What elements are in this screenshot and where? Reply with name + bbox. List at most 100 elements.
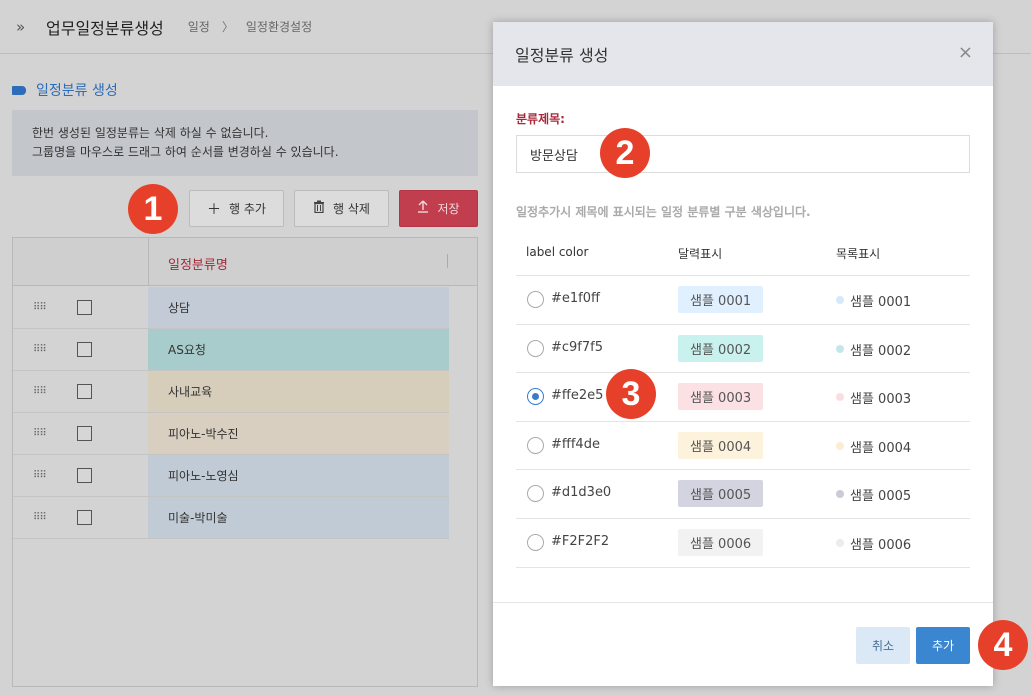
color-radio[interactable]: [527, 533, 544, 551]
category-grid: 일정분류명 ⠿⠿ 상담 ⠿⠿ AS요청 ⠿⠿ 사내교육 ⠿⠿ 피아노-박수진 ⠿⠿ 피아노-노영심…: [12, 237, 478, 687]
breadcrumb-separator-icon: 〉: [221, 20, 234, 34]
list-dot-icon: [836, 538, 844, 547]
category-name-cell[interactable]: 상담: [148, 287, 449, 328]
color-radio[interactable]: [527, 388, 544, 406]
color-option-row[interactable]: #c9f7f5 샘플 0002 샘플 0002: [516, 325, 970, 374]
color-table: label color 달력표시 목록표시 #e1f0ff 샘플 0001 샘플 0…: [516, 228, 970, 568]
upload-arrow-icon: [417, 200, 429, 217]
modal-footer-divider: [493, 602, 993, 603]
plus-icon: ＋: [207, 201, 222, 218]
add-row-button[interactable]: ＋ 행 추가: [189, 190, 284, 227]
list-dot-icon: [836, 393, 844, 402]
list-dot-icon: [836, 344, 844, 353]
list-sample-label: 샘플 0003: [850, 392, 912, 408]
delete-row-button[interactable]: 행 삭제: [294, 190, 389, 227]
color-option-row[interactable]: #d1d3e0 샘플 0005 샘플 0005: [516, 470, 970, 519]
category-title-input[interactable]: 방문상담: [516, 135, 970, 173]
color-radio[interactable]: [527, 485, 544, 503]
list-sample-label: 샘플 0001: [850, 295, 912, 310]
row-checkbox[interactable]: [77, 468, 92, 483]
list-dot-icon: [836, 490, 844, 499]
list-dot-icon: [836, 441, 844, 450]
color-option-row[interactable]: #e1f0ff 샘플 0001 샘플 0001: [516, 276, 970, 325]
category-name-cell[interactable]: 피아노-노영심: [148, 455, 449, 496]
color-option-row[interactable]: #fff4de 샘플 0004 샘플 0004: [516, 422, 970, 471]
color-hex: #c9f7f5: [551, 339, 604, 355]
color-table-header: label color 달력표시 목록표시: [516, 228, 970, 276]
section-title: 일정분류 생성: [12, 80, 118, 100]
delete-row-label: 행 삭제: [333, 202, 370, 216]
drag-handle-icon[interactable]: ⠿⠿: [33, 386, 47, 397]
col-calendar-display: 달력표시: [678, 247, 723, 261]
color-hex: #fff4de: [551, 436, 600, 452]
drag-handle-icon[interactable]: ⠿⠿: [33, 428, 47, 439]
notice-line-2: 그룹명을 마우스로 드래그 하여 순서를 변경하실 수 있습니다.: [32, 145, 339, 159]
drag-handle-icon[interactable]: ⠿⠿: [33, 470, 47, 481]
marker-2: 2: [600, 128, 650, 178]
color-hex: #d1d3e0: [551, 485, 612, 501]
color-radio[interactable]: [527, 436, 544, 454]
calendar-sample-badge: 샘플 0003: [678, 383, 764, 411]
page-title: 업무일정분류생성: [46, 18, 164, 38]
category-name-cell[interactable]: 미술-박미술: [148, 497, 449, 538]
drag-handle-icon[interactable]: ⠿⠿: [33, 302, 47, 313]
color-description: 일정추가시 제목에 표시되는 일정 분류별 구분 색상입니다.: [516, 205, 811, 219]
drag-handle-icon[interactable]: ⠿⠿: [33, 512, 47, 523]
category-name-cell[interactable]: 사내교육: [148, 371, 449, 412]
add-row-label: 행 추가: [229, 202, 266, 216]
col-label-color: label color: [526, 245, 589, 259]
double-chevron-right-icon[interactable]: »: [16, 18, 36, 36]
category-title-label: 분류제목:: [516, 112, 565, 126]
calendar-sample-badge: 샘플 0001: [678, 286, 764, 313]
color-hex: #e1f0ff: [551, 291, 600, 306]
create-category-modal: 일정분류 생성 × 분류제목: 방문상담 일정추가시 제목에 표시되는 일정 분…: [493, 22, 993, 686]
tag-icon: [12, 85, 26, 95]
list-dot-icon: [836, 296, 844, 304]
list-sample-label: 샘플 0004: [850, 440, 912, 456]
row-checkbox[interactable]: [77, 384, 92, 399]
table-row[interactable]: ⠿⠿ 사내교육: [13, 371, 449, 413]
cancel-button[interactable]: 취소: [856, 627, 910, 664]
color-hex: #ffe2e5: [551, 388, 604, 404]
notice-box: 한번 생성된 일정분류는 삭제 하실 수 없습니다. 그룹명을 마우스로 드래그…: [12, 110, 478, 176]
breadcrumb-item-schedule[interactable]: 일정: [188, 18, 210, 35]
grid-header: 일정분류명: [13, 238, 477, 286]
table-row[interactable]: ⠿⠿ 상담: [13, 287, 449, 329]
modal-header: 일정분류 생성 ×: [493, 22, 993, 86]
table-row[interactable]: ⠿⠿ AS요청: [13, 329, 449, 371]
column-resize-handle[interactable]: [447, 254, 448, 268]
marker-4: 4: [978, 620, 1028, 670]
color-radio[interactable]: [527, 339, 544, 357]
calendar-sample-badge: 샘플 0005: [678, 480, 764, 508]
marker-1: 1: [128, 184, 178, 234]
col-list-display: 목록표시: [836, 247, 881, 261]
row-checkbox[interactable]: [77, 426, 92, 441]
trash-icon: [313, 200, 325, 217]
table-row[interactable]: ⠿⠿ 피아노-박수진: [13, 413, 449, 455]
list-sample-label: 샘플 0006: [850, 537, 912, 553]
list-sample-label: 샘플 0005: [850, 489, 912, 505]
category-name-cell[interactable]: 피아노-박수진: [148, 413, 449, 454]
drag-handle-icon[interactable]: ⠿⠿: [33, 344, 47, 355]
calendar-sample-badge: 샘플 0006: [678, 528, 764, 556]
row-checkbox[interactable]: [77, 510, 92, 525]
breadcrumb-item-settings[interactable]: 일정환경설정: [246, 18, 312, 35]
color-radio[interactable]: [527, 291, 544, 308]
calendar-sample-badge: 샘플 0004: [678, 431, 764, 459]
marker-3: 3: [606, 369, 656, 419]
row-checkbox[interactable]: [77, 342, 92, 357]
modal-title: 일정분류 생성: [515, 46, 609, 65]
color-option-row[interactable]: #F2F2F2 샘플 0006 샘플 0006: [516, 519, 970, 568]
notice-line-1: 한번 생성된 일정분류는 삭제 하실 수 없습니다.: [32, 126, 269, 140]
grid-header-divider: [148, 238, 149, 286]
section-title-text: 일정분류 생성: [36, 83, 118, 99]
table-row[interactable]: ⠿⠿ 피아노-노영심: [13, 455, 449, 497]
row-checkbox[interactable]: [77, 300, 92, 315]
category-name-cell[interactable]: AS요청: [148, 329, 449, 370]
add-button[interactable]: 추가: [916, 627, 970, 664]
close-icon[interactable]: ×: [958, 42, 973, 63]
color-option-row[interactable]: #ffe2e5 샘플 0003 샘플 0003: [516, 373, 970, 422]
table-row[interactable]: ⠿⠿ 미술-박미술: [13, 497, 449, 539]
grid-header-name[interactable]: 일정분류명: [168, 254, 228, 273]
save-button[interactable]: 저장: [399, 190, 478, 227]
